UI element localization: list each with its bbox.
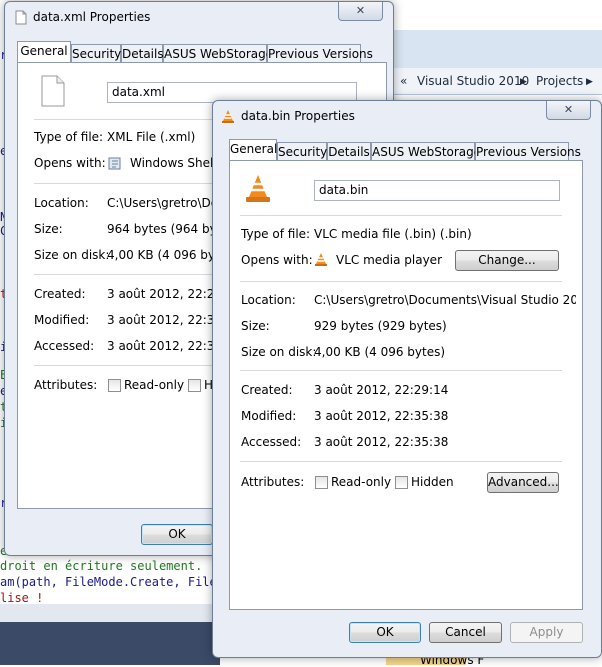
separator (240, 215, 562, 216)
editor-status-area (0, 622, 220, 665)
hidden-label: Hidden (411, 475, 454, 489)
cancel-button[interactable]: Cancel (429, 622, 502, 643)
document-icon (15, 10, 27, 25)
modified-label: Modified: (34, 313, 90, 327)
tab-previous-versions[interactable]: Previous Versions (475, 142, 581, 161)
created-label: Created: (34, 287, 86, 301)
breadcrumb-item[interactable]: Visual Studio 2010 (417, 74, 529, 88)
tab-security[interactable]: Security (71, 44, 121, 63)
location-label: Location: (34, 196, 89, 210)
location-value-clip: C:\Users\gretro\Documents\Visual Studio … (314, 293, 576, 309)
breadcrumb-item[interactable]: Projects (536, 74, 583, 88)
change-button[interactable]: Change... (455, 250, 559, 271)
close-icon: ✕ (355, 4, 366, 17)
hidden-checkbox[interactable] (395, 476, 408, 489)
separator (240, 370, 562, 371)
created-label: Created: (241, 383, 293, 397)
file-name-field[interactable]: data.bin (314, 180, 560, 201)
type-value: VLC media file (.bin) (.bin) (314, 227, 472, 241)
xml-file-icon (41, 75, 65, 107)
type-value: XML File (.xml) (107, 130, 196, 144)
tab-general[interactable]: General (17, 41, 71, 63)
modified-value: 3 août 2012, 22:35:38 (314, 409, 449, 423)
tab-asus-webstorage[interactable]: ASUS WebStorage (371, 142, 481, 161)
created-value: 3 août 2012, 22:29:14 (314, 383, 449, 397)
read-only-checkbox[interactable] (315, 476, 328, 489)
accessed-value: 3 août 2012, 22:35:38 (314, 435, 449, 449)
ok-button[interactable]: OK (141, 524, 213, 545)
code-line: lise ! (0, 591, 44, 605)
attributes-label: Attributes: (241, 475, 305, 489)
ok-button[interactable]: OK (349, 622, 421, 643)
tab-asus-webstorage[interactable]: ASUS WebStorage (163, 44, 273, 63)
vlc-file-icon (246, 175, 270, 202)
size-value: 929 bytes (929 bytes) (314, 319, 447, 333)
opens-with-value: VLC media player (336, 253, 443, 267)
tab-details[interactable]: Details (121, 44, 164, 63)
size-on-disk-label: Size on disk: (241, 345, 317, 359)
breadcrumb-overflow[interactable]: « (400, 74, 407, 88)
breadcrumb-arrow-icon[interactable]: ▶ (520, 77, 527, 87)
dialog-title: data.bin Properties (241, 109, 355, 123)
modified-label: Modified: (241, 409, 297, 423)
opens-with-label: Opens with: (34, 156, 106, 170)
read-only-checkbox[interactable] (108, 379, 121, 392)
size-label: Size: (241, 319, 270, 333)
separator (240, 281, 562, 282)
tab-security[interactable]: Security (277, 142, 327, 161)
size-label: Size: (34, 222, 63, 236)
general-panel: data.bin Type of file: VLC media file (.… (229, 160, 583, 610)
type-label: Type of file: (34, 130, 104, 144)
vlc-icon (222, 110, 234, 123)
close-button[interactable]: ✕ (338, 2, 383, 21)
attributes-label: Attributes: (34, 378, 98, 392)
size-on-disk-value: 4,00 KB (4 096 bytes) (314, 345, 446, 359)
read-only-label: Read-only (331, 475, 392, 489)
opens-with-label: Opens with: (241, 253, 313, 267)
dialog-title: data.xml Properties (33, 10, 151, 24)
type-label: Type of file: (241, 227, 311, 241)
accessed-label: Accessed: (34, 339, 95, 353)
read-only-label: Read-only (124, 378, 185, 392)
size-on-disk-label: Size on disk: (34, 248, 110, 262)
close-icon: ✕ (563, 103, 574, 116)
vlc-icon (315, 253, 327, 266)
shell-app-icon (108, 157, 121, 170)
accessed-label: Accessed: (241, 435, 302, 449)
advanced-button[interactable]: Advanced... (487, 472, 559, 493)
apply-button[interactable]: Apply (510, 622, 583, 643)
close-button[interactable]: ✕ (546, 101, 591, 120)
tab-details[interactable]: Details (327, 142, 371, 161)
code-line: droit en écriture seulement. (0, 559, 203, 573)
separator (240, 461, 562, 462)
breadcrumb-arrow-icon[interactable]: ▶ (586, 77, 593, 87)
tab-general[interactable]: General (229, 139, 277, 161)
editor-scrollbar[interactable] (0, 604, 220, 622)
location-label: Location: (241, 293, 296, 307)
bin-properties-dialog: data.bin Properties ✕ General Security D… (212, 100, 602, 658)
code-line: am(path, FileMode.Create, FileA (0, 575, 224, 589)
location-value: C:\Users\gretro\Documents\Visual Studio … (314, 293, 576, 307)
hidden-checkbox[interactable] (188, 379, 201, 392)
tab-previous-versions[interactable]: Previous Versions (267, 44, 373, 63)
